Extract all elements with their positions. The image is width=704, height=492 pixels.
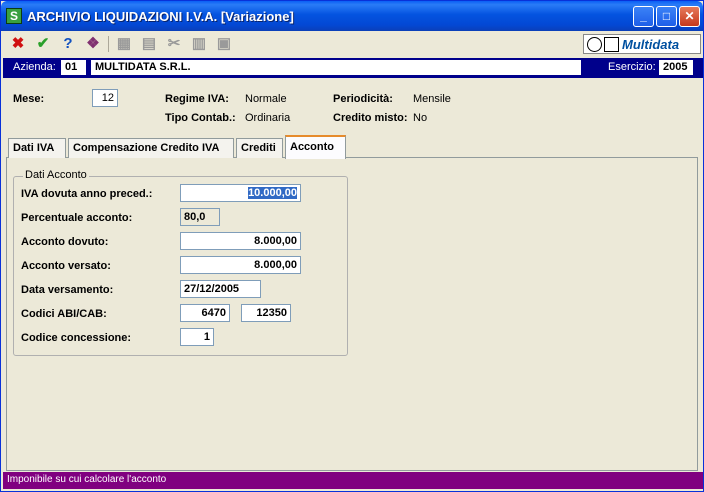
- periodicita-label: Periodicità:: [333, 93, 393, 105]
- data-versamento-field[interactable]: 27/12/2005: [180, 280, 261, 298]
- maximize-button[interactable]: □: [656, 6, 677, 27]
- iva-dovuta-field[interactable]: 10.000,00: [180, 184, 301, 202]
- title-bar[interactable]: S ARCHIVIO LIQUIDAZIONI I.V.A. [Variazio…: [1, 1, 703, 31]
- cut-icon[interactable]: ✂: [165, 35, 183, 53]
- cancel-icon[interactable]: ✖: [9, 35, 27, 53]
- percentuale-field[interactable]: 80,0: [180, 208, 220, 226]
- app-icon[interactable]: S: [6, 8, 22, 24]
- credito-misto-label: Credito misto:: [333, 112, 408, 124]
- window-title: ARCHIVIO LIQUIDAZIONI I.V.A. [Variazione…: [27, 9, 294, 24]
- tab-dati-iva[interactable]: Dati IVA: [8, 138, 66, 158]
- dati-acconto-title: Dati Acconto: [23, 169, 89, 181]
- regime-label: Regime IVA:: [165, 93, 229, 105]
- esercizio-label: Esercizio:: [608, 61, 656, 73]
- paste-icon[interactable]: ▥: [190, 35, 208, 53]
- logo-text: Multidata: [622, 37, 680, 52]
- toolbar-separator: [108, 36, 109, 52]
- book-icon[interactable]: ❖: [84, 35, 102, 53]
- status-text: Imponibile su cui calcolare l'acconto: [7, 474, 167, 485]
- tab-acconto[interactable]: Acconto: [285, 135, 346, 159]
- tab-crediti[interactable]: Crediti: [236, 138, 283, 158]
- acconto-dovuto-field[interactable]: 8.000,00: [180, 232, 301, 250]
- main-window: S ARCHIVIO LIQUIDAZIONI I.V.A. [Variazio…: [0, 0, 704, 492]
- abi-field[interactable]: 6470: [180, 304, 230, 322]
- close-button[interactable]: ✕: [679, 6, 700, 27]
- mese-label: Mese:: [13, 93, 45, 105]
- tab-compensazione[interactable]: Compensazione Credito IVA: [68, 138, 234, 158]
- mese-field[interactable]: 12: [92, 89, 118, 107]
- confirm-icon[interactable]: ✔: [34, 35, 52, 53]
- azienda-name: MULTIDATA S.R.L.: [91, 60, 581, 75]
- percentuale-label: Percentuale acconto:: [21, 212, 133, 224]
- acconto-dovuto-label: Acconto dovuto:: [21, 236, 109, 248]
- data-versamento-label: Data versamento:: [21, 284, 114, 296]
- azienda-label: Azienda:: [13, 61, 56, 73]
- logo-circle-icon: [587, 37, 602, 52]
- credito-misto-value: No: [413, 112, 428, 124]
- azienda-code: 01: [61, 60, 86, 75]
- iva-dovuta-value: 10.000,00: [248, 187, 297, 199]
- esercizio-value: 2005: [659, 60, 693, 75]
- tipo-contab-value: Ordinaria: [245, 112, 291, 124]
- abi-cab-label: Codici ABI/CAB:: [21, 308, 107, 320]
- print-icon[interactable]: ▣: [215, 35, 233, 53]
- concessione-label: Codice concessione:: [21, 332, 132, 344]
- azienda-bar: Azienda: 01 MULTIDATA S.R.L. Esercizio: …: [3, 58, 703, 78]
- acconto-versato-field[interactable]: 8.000,00: [180, 256, 301, 274]
- logo-square-icon: [604, 37, 619, 52]
- toolbar: ✖ ✔ ? ❖ ▦ ▤ ✂ ▥ ▣ Multidata: [3, 32, 703, 56]
- cab-field[interactable]: 12350: [241, 304, 291, 322]
- iva-dovuta-label: IVA dovuta anno preced.:: [21, 188, 153, 200]
- status-bar: Imponibile su cui calcolare l'acconto: [3, 472, 703, 489]
- help-icon[interactable]: ?: [59, 35, 77, 53]
- edit-icon[interactable]: ▤: [140, 35, 158, 53]
- regime-value: Normale: [245, 93, 287, 105]
- periodicita-value: Mensile: [413, 93, 451, 105]
- acconto-versato-label: Acconto versato:: [21, 260, 111, 272]
- minimize-button[interactable]: _: [633, 6, 654, 27]
- concessione-field[interactable]: 1: [180, 328, 214, 346]
- multidata-logo: Multidata: [583, 34, 701, 54]
- copy-icon[interactable]: ▦: [115, 35, 133, 53]
- tipo-contab-label: Tipo Contab.:: [165, 112, 236, 124]
